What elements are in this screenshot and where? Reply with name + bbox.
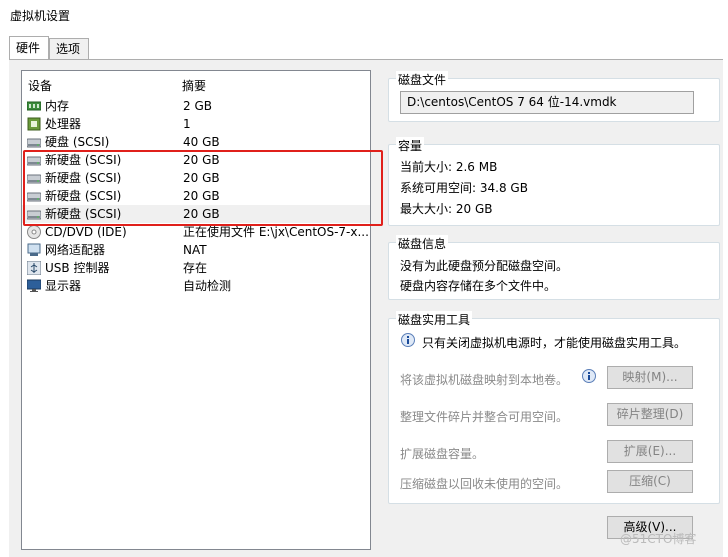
device-summary: 20 GB	[183, 207, 220, 221]
device-summary: NAT	[183, 243, 207, 257]
column-header-device[interactable]: 设备	[28, 77, 52, 94]
disk-utilities-title: 磁盘实用工具	[396, 311, 473, 328]
device-row[interactable]: USB 控制器 存在	[22, 259, 370, 277]
map-description: 将该虚拟机磁盘映射到本地卷。	[400, 373, 569, 387]
hard-disk-icon	[26, 171, 42, 185]
current-size: 当前大小: 2.6 MB	[400, 160, 498, 174]
network-adapter-icon	[27, 243, 41, 257]
device-name: 新硬盘 (SCSI)	[45, 153, 122, 167]
info-icon	[582, 369, 596, 383]
device-name: 内存	[45, 99, 70, 113]
defrag-description: 整理文件碎片并整合可用空间。	[400, 410, 569, 424]
defragment-button[interactable]: 碎片整理(D)	[607, 403, 693, 426]
device-name: 新硬盘 (SCSI)	[45, 171, 122, 185]
device-name: 新硬盘 (SCSI)	[45, 189, 122, 203]
disk-info-line-1: 没有为此硬盘预分配磁盘空间。	[400, 259, 569, 273]
device-list-header: 设备 摘要	[22, 71, 370, 97]
device-summary: 自动检测	[183, 279, 232, 293]
device-list[interactable]: 设备 摘要 内存 2 GB 处理器 1 硬盘 (SCSI) 40 GB 新硬盘 (SCSI)…	[21, 70, 371, 550]
expand-button[interactable]: 扩展(E)...	[607, 440, 693, 463]
device-summary: 1	[183, 117, 191, 131]
device-row[interactable]: 内存 2 GB	[22, 97, 370, 115]
device-summary: 20 GB	[183, 189, 220, 203]
tab-hardware[interactable]: 硬件	[9, 36, 49, 59]
hard-disk-icon	[26, 207, 42, 221]
window-title: 虚拟机设置	[10, 9, 71, 23]
device-summary: 正在使用文件 E:\jx\CentOS-7-x...	[183, 225, 368, 239]
device-name: 硬盘 (SCSI)	[45, 135, 110, 149]
device-name: 显示器	[45, 279, 82, 293]
device-row[interactable]: 硬盘 (SCSI) 40 GB	[22, 133, 370, 151]
usb-icon	[26, 260, 42, 276]
device-summary: 存在	[183, 261, 208, 275]
hard-disk-icon	[26, 189, 42, 203]
device-row[interactable]: 新硬盘 (SCSI) 20 GB	[22, 151, 370, 169]
device-row[interactable]: 新硬盘 (SCSI) 20 GB	[22, 169, 370, 187]
available-space: 系统可用空间: 34.8 GB	[400, 181, 528, 195]
device-name: 新硬盘 (SCSI)	[45, 207, 122, 221]
disk-file-title: 磁盘文件	[396, 71, 449, 88]
device-row[interactable]: 网络适配器 NAT	[22, 241, 370, 259]
watermark: @51CTO博客	[620, 532, 697, 546]
device-name: 处理器	[45, 117, 82, 131]
map-button[interactable]: 映射(M)...	[607, 366, 693, 389]
column-header-summary[interactable]: 摘要	[182, 77, 206, 94]
device-row[interactable]: CD/DVD (IDE) 正在使用文件 E:\jx\CentOS-7-x...	[22, 223, 370, 241]
max-size: 最大大小: 20 GB	[400, 202, 493, 216]
device-row[interactable]: 新硬盘 (SCSI) 20 GB	[22, 187, 370, 205]
utilities-notice: 只有关闭虚拟机电源时，才能使用磁盘实用工具。	[422, 336, 687, 350]
compact-button[interactable]: 压缩(C)	[607, 470, 693, 493]
memory-icon	[26, 99, 42, 113]
cpu-icon	[27, 117, 41, 131]
device-summary: 20 GB	[183, 153, 220, 167]
title-bar: 虚拟机设置	[0, 0, 728, 28]
device-name: USB 控制器	[45, 261, 110, 275]
cd-dvd-icon	[27, 225, 41, 239]
device-name: CD/DVD (IDE)	[45, 225, 127, 239]
info-icon	[401, 333, 415, 347]
disk-info-line-2: 硬盘内容存储在多个文件中。	[400, 279, 557, 293]
device-row[interactable]: 显示器 自动检测	[22, 277, 370, 295]
device-row[interactable]: 处理器 1	[22, 115, 370, 133]
hard-disk-icon	[26, 153, 42, 167]
expand-description: 扩展磁盘容量。	[400, 447, 485, 461]
hard-disk-icon	[26, 135, 42, 149]
compact-description: 压缩磁盘以回收未使用的空间。	[400, 477, 569, 491]
monitor-icon	[26, 279, 42, 293]
disk-info-title: 磁盘信息	[396, 235, 449, 252]
device-name: 网络适配器	[45, 243, 106, 257]
disk-file-field[interactable]: D:\centos\CentOS 7 64 位-14.vmdk	[400, 91, 694, 114]
device-summary: 2 GB	[183, 99, 212, 113]
device-summary: 40 GB	[183, 135, 220, 149]
tab-options[interactable]: 选项	[49, 38, 89, 59]
device-summary: 20 GB	[183, 171, 220, 185]
device-row[interactable]: 新硬盘 (SCSI) 20 GB	[22, 205, 370, 223]
capacity-title: 容量	[396, 137, 425, 154]
